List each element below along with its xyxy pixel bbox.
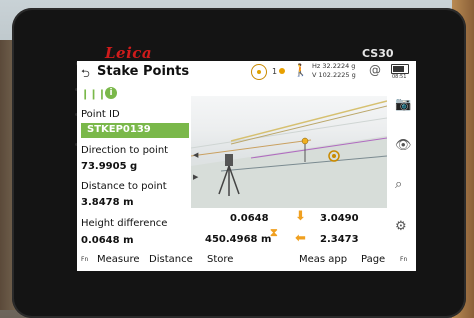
gear-icon[interactable]: ⚙ <box>395 219 407 234</box>
prism-target <box>301 137 309 145</box>
back-icon[interactable]: ⮌ <box>81 65 90 84</box>
person-icon[interactable]: 🚶 <box>293 63 308 77</box>
road-line <box>230 100 387 142</box>
point-id-label: Point ID <box>81 109 120 120</box>
camera-icon[interactable]: 📷 <box>395 97 411 112</box>
meas-app-button[interactable]: Meas app <box>299 254 347 265</box>
brand-logo: Leica <box>105 44 153 62</box>
road-line <box>230 105 387 145</box>
hz-readout: Hz 32.2224 g <box>312 62 356 70</box>
measure-button[interactable]: Measure <box>97 254 140 265</box>
at-icon[interactable]: @ <box>369 63 381 77</box>
view-left-arrow-icon[interactable]: ▶ <box>193 173 198 181</box>
info-icon[interactable]: i <box>105 87 117 99</box>
fn-right-button[interactable]: Fn <box>400 256 407 263</box>
point-id-field[interactable]: STKEP0139 <box>81 123 189 138</box>
device-model: CS30 <box>362 47 394 60</box>
compass-icon[interactable] <box>251 64 267 80</box>
clock: 08:51 <box>392 74 407 80</box>
point-id-value: STKEP0139 <box>87 124 151 135</box>
fn-left-button[interactable]: Fn <box>81 256 88 263</box>
height-label: Height difference <box>81 218 168 229</box>
distance-button[interactable]: Distance <box>149 254 193 265</box>
cut-fill-value: 0.0648 <box>230 213 269 224</box>
height-value: 0.0648 m <box>81 235 134 246</box>
softkey-bar: Fn Measure Distance Store Meas app Page … <box>77 250 416 271</box>
distance-value: 3.8478 m <box>81 197 134 208</box>
signal-bars-icon[interactable]: ❙❙❙ <box>81 89 106 100</box>
app-screen: ⮌ Stake Points 1 🚶 Hz 32.2224 g V 102.22… <box>77 61 416 271</box>
battery-level <box>393 66 405 72</box>
level-icon: ⧗ <box>270 226 278 239</box>
status-dot-icon <box>279 68 285 74</box>
arrow-down-icon: ⬇ <box>295 209 306 224</box>
eye-icon[interactable]: 👁 <box>395 138 412 153</box>
instrument-body <box>225 154 233 166</box>
search-icon[interactable]: ⌕ <box>395 177 402 192</box>
view-left-arrow-icon[interactable]: ◀ <box>193 151 198 159</box>
direction-label: Direction to point <box>81 145 169 156</box>
title-bar: ⮌ Stake Points 1 🚶 Hz 32.2224 g V 102.22… <box>77 61 416 85</box>
direction-value: 73.9905 g <box>81 161 138 172</box>
battery-icon <box>391 64 409 74</box>
scene-graphic <box>191 100 387 208</box>
store-button[interactable]: Store <box>207 254 233 265</box>
page-button[interactable]: Page <box>361 254 385 265</box>
forward-value: 3.0490 <box>320 213 359 224</box>
left-value: 2.3473 <box>320 234 359 245</box>
height-value-bottom: 450.4968 m <box>205 234 272 245</box>
status-count: 1 <box>272 67 278 76</box>
arrow-left-icon: ⬅ <box>295 231 306 246</box>
distance-label: Distance to point <box>81 181 167 192</box>
page-title: Stake Points <box>97 64 190 79</box>
v-readout: V 102.2225 g <box>312 71 356 79</box>
stake-target-center <box>332 154 336 158</box>
stakeout-3d-view[interactable] <box>191 96 387 208</box>
ground-plane <box>191 136 387 208</box>
